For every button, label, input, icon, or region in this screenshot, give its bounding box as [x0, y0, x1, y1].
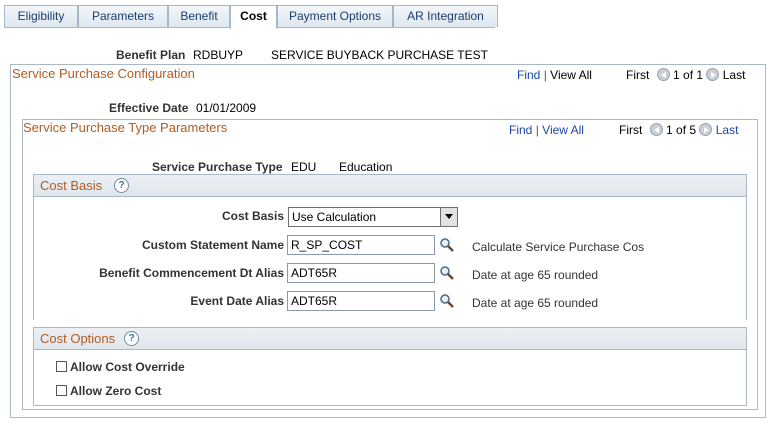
type-last-link[interactable]: Last: [716, 123, 739, 137]
allow-cost-override-checkbox[interactable]: [56, 361, 67, 372]
allow-zero-cost-label: Allow Zero Cost: [70, 384, 162, 398]
benefit-plan-code: RDBUYP: [193, 48, 244, 62]
config-nav-separator: |: [543, 68, 547, 82]
cost-basis-label: Cost Basis: [221, 209, 284, 223]
allow-cost-override-label: Allow Cost Override: [70, 360, 185, 374]
help-icon[interactable]: ?: [114, 178, 129, 193]
type-find-link[interactable]: Find: [509, 123, 532, 137]
tab-payment-options[interactable]: Payment Options: [277, 5, 393, 27]
service-purchase-type-code: EDU: [291, 160, 317, 174]
config-pager: First 1 of 1 Last: [626, 68, 745, 82]
next-arrow-icon[interactable]: [699, 123, 713, 136]
magnifier-icon[interactable]: [439, 293, 455, 309]
benefit-plan-description: SERVICE BUYBACK PURCHASE TEST: [271, 48, 488, 62]
config-view-all[interactable]: View All: [550, 68, 592, 82]
cost-basis-title: Cost Basis: [40, 178, 103, 193]
effective-date-value: 01/01/2009: [196, 101, 257, 115]
benefit-plan-label: Benefit Plan: [116, 48, 186, 62]
custom-statement-name-input[interactable]: R_SP_COST: [287, 235, 435, 255]
cost-options-header: Cost Options ?: [34, 328, 746, 350]
type-pager: First 1 of 5 Last: [619, 123, 738, 137]
service-purchase-type-label: Service Purchase Type: [152, 160, 283, 174]
benefit-commencement-alias-description: Date at age 65 rounded: [472, 268, 599, 282]
custom-statement-description: Calculate Service Purchase Cos: [472, 240, 645, 254]
config-first: First: [626, 68, 650, 82]
config-nav: Find | View All: [517, 68, 592, 82]
cost-basis-select[interactable]: Use Calculation: [288, 207, 458, 227]
effective-date-label: Effective Date: [109, 101, 189, 115]
event-date-alias-description: Date at age 65 rounded: [472, 296, 599, 310]
type-view-all-link[interactable]: View All: [542, 123, 584, 137]
type-count: 1 of 5: [666, 123, 697, 137]
tab-parameters[interactable]: Parameters: [78, 5, 168, 27]
type-first: First: [619, 123, 643, 137]
type-nav: Find | View All: [509, 123, 584, 137]
tab-benefit[interactable]: Benefit: [168, 5, 230, 27]
cost-options-title: Cost Options: [40, 331, 116, 346]
chevron-down-icon[interactable]: [440, 208, 457, 226]
next-arrow-icon[interactable]: [706, 68, 720, 81]
magnifier-icon[interactable]: [439, 265, 455, 281]
event-date-alias-input[interactable]: ADT65R: [287, 291, 435, 311]
event-date-alias-label: Event Date Alias: [190, 294, 284, 308]
tab-ar-integration[interactable]: AR Integration: [393, 5, 498, 27]
custom-statement-name-label: Custom Statement Name: [141, 238, 284, 252]
config-count: 1 of 1: [673, 68, 704, 82]
previous-arrow-icon[interactable]: [656, 68, 670, 81]
benefit-commencement-alias-label: Benefit Commencement Dt Alias: [99, 266, 284, 280]
allow-zero-cost-checkbox[interactable]: [56, 385, 67, 396]
config-find-link[interactable]: Find: [517, 68, 540, 82]
previous-arrow-icon[interactable]: [649, 123, 663, 136]
service-purchase-type-parameters-title: Service Purchase Type Parameters: [23, 120, 228, 135]
service-purchase-type-desc: Education: [339, 160, 393, 174]
cost-basis-header: Cost Basis ?: [34, 175, 746, 197]
tab-eligibility[interactable]: Eligibility: [4, 5, 78, 27]
cost-basis-selected-value: Use Calculation: [292, 210, 377, 224]
benefit-commencement-alias-input[interactable]: ADT65R: [287, 263, 435, 283]
help-icon[interactable]: ?: [124, 331, 139, 346]
tab-cost[interactable]: Cost: [230, 5, 277, 29]
magnifier-icon[interactable]: [439, 237, 455, 253]
service-purchase-configuration-title: Service Purchase Configuration: [12, 66, 195, 81]
config-last: Last: [722, 68, 746, 82]
type-nav-separator: |: [535, 123, 539, 137]
